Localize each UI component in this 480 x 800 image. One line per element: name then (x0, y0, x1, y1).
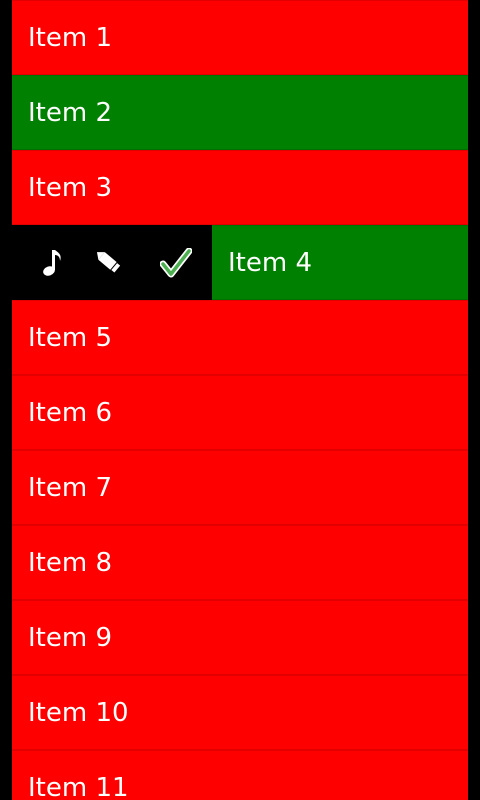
list-item-label: Item 9 (28, 622, 112, 653)
list-item[interactable]: Item 6 (12, 375, 468, 450)
list-item-label: Item 7 (28, 472, 112, 503)
screen: Item 1 Item 2 Item 3 Item 4 Item 5 Item … (0, 0, 480, 800)
list-item-swiped[interactable]: Item 4 (12, 225, 468, 300)
swipe-actions (12, 225, 212, 300)
list-item-label: Item 1 (28, 22, 112, 53)
pencil-icon (96, 251, 122, 274)
list-item-label: Item 3 (28, 172, 112, 203)
list-item[interactable]: Item 1 (12, 0, 468, 75)
music-action-button[interactable] (24, 225, 80, 300)
list-item[interactable]: Item 8 (12, 525, 468, 600)
edit-action-button[interactable] (82, 225, 138, 300)
list-item[interactable]: Item 9 (12, 600, 468, 675)
list-item-label: Item 11 (28, 772, 129, 800)
list-item-label: Item 5 (28, 322, 112, 353)
list-item-label: Item 6 (28, 397, 112, 428)
list-item[interactable]: Item 10 (12, 675, 468, 750)
list-item-label: Item 10 (28, 697, 129, 728)
list-item[interactable]: Item 5 (12, 300, 468, 375)
list-item[interactable]: Item 11 (12, 750, 468, 800)
item-list[interactable]: Item 1 Item 2 Item 3 Item 4 Item 5 Item … (12, 0, 468, 800)
check-action-button[interactable] (148, 225, 204, 300)
list-item-label: Item 2 (28, 97, 112, 128)
check-icon (160, 247, 192, 277)
list-item-label: Item 8 (28, 547, 112, 578)
list-item[interactable]: Item 3 (12, 150, 468, 225)
music-note-icon (43, 249, 61, 276)
list-item[interactable]: Item 7 (12, 450, 468, 525)
list-item[interactable]: Item 2 (12, 75, 468, 150)
slid-item-content[interactable]: Item 4 (212, 225, 468, 300)
list-item-label: Item 4 (228, 247, 312, 278)
